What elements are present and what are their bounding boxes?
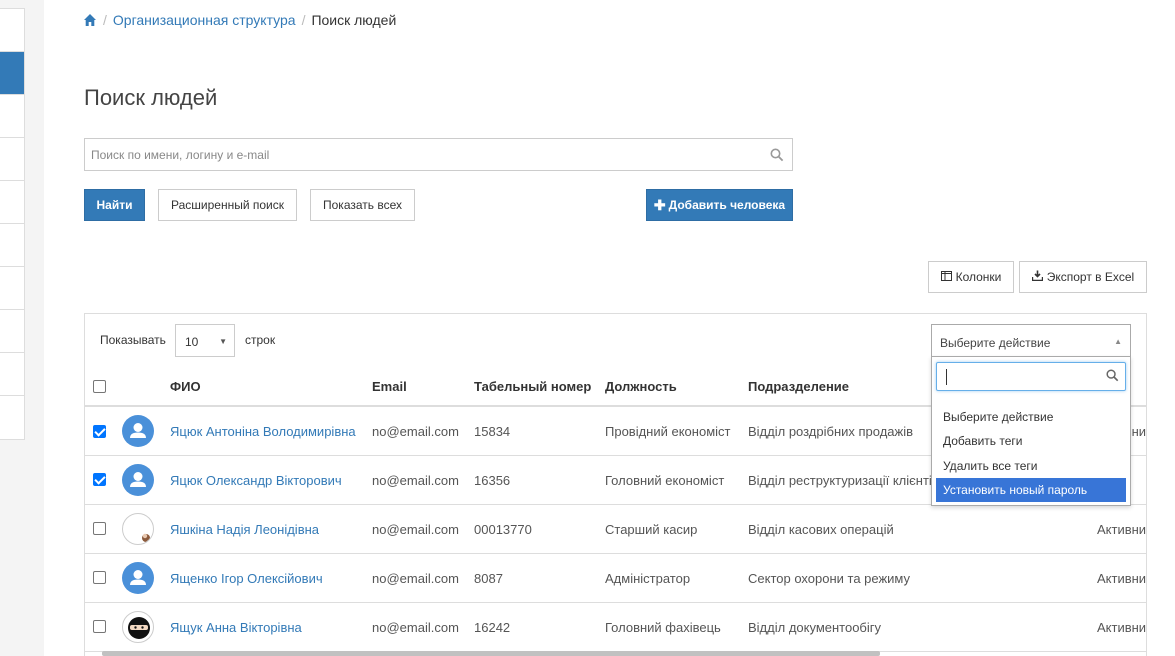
page-length-select[interactable]: 10 ▼ xyxy=(175,324,235,357)
columns-label: Колонки xyxy=(955,270,1002,284)
person-name-link[interactable]: Яшкіна Надія Леонідівна xyxy=(170,522,319,537)
dropdown-option[interactable]: Выберите действие xyxy=(936,405,1126,429)
show-all-button[interactable]: Показать всех xyxy=(310,189,415,221)
sidebar-item-active[interactable] xyxy=(0,52,24,95)
sidebar-nav xyxy=(0,8,25,440)
sidebar-item[interactable] xyxy=(0,95,24,138)
person-status: Активни xyxy=(1097,571,1147,586)
row-checkbox[interactable] xyxy=(93,473,106,486)
avatar xyxy=(122,464,154,496)
avatar-ninja xyxy=(122,611,154,643)
breadcrumb-link-org-structure[interactable]: Организационная структура xyxy=(113,12,296,28)
person-email: no@email.com xyxy=(372,620,459,635)
sidebar-item[interactable] xyxy=(0,396,24,439)
columns-icon xyxy=(940,270,952,284)
person-name-link[interactable]: Ященко Ігор Олексійович xyxy=(170,571,323,586)
person-email: no@email.com xyxy=(372,522,459,537)
page-length-value: 10 xyxy=(185,335,199,349)
plus-icon: ✚ xyxy=(653,196,666,213)
person-name-link[interactable]: Яцюк Олександр Вікторович xyxy=(170,473,342,488)
user-icon xyxy=(130,570,146,585)
person-tab-number: 16356 xyxy=(474,473,511,488)
row-checkbox[interactable] xyxy=(93,425,106,438)
person-position: Головний економіст xyxy=(605,473,725,488)
sidebar-item[interactable] xyxy=(0,9,24,52)
export-label: Экспорт в Excel xyxy=(1046,270,1135,284)
person-position: Старший касир xyxy=(605,522,698,537)
user-icon xyxy=(130,423,146,438)
text-cursor xyxy=(946,369,947,385)
sidebar-item[interactable] xyxy=(0,267,24,310)
person-department: Відділ касових операцій xyxy=(748,522,894,537)
person-name-link[interactable]: Ящук Анна Вікторівна xyxy=(170,620,302,635)
person-position: Головний фахівець xyxy=(605,620,721,635)
person-department: Сектор охорони та режиму xyxy=(748,571,911,586)
person-status: Активни xyxy=(1097,620,1147,635)
add-person-label: Добавить человека xyxy=(668,198,786,212)
home-icon[interactable] xyxy=(83,13,97,27)
columns-button[interactable]: Колонки xyxy=(928,261,1014,293)
person-tab-number: 8087 xyxy=(474,571,503,586)
left-sidebar xyxy=(0,0,44,656)
sidebar-item[interactable] xyxy=(0,224,24,267)
person-position: Адміністратор xyxy=(605,571,691,586)
person-email: no@email.com xyxy=(372,571,459,586)
avatar xyxy=(122,415,154,447)
select-all-checkbox[interactable] xyxy=(93,380,106,393)
person-department: Відділ реструктуризації клієнтів xyxy=(748,473,939,488)
column-header-department[interactable]: Подразделение xyxy=(748,379,849,394)
dropdown-option[interactable]: Удалить все теги xyxy=(936,454,1126,478)
length-show-label: Показывать xyxy=(100,333,166,347)
breadcrumb-separator: / xyxy=(301,12,306,28)
avatar xyxy=(122,562,154,594)
sidebar-item[interactable] xyxy=(0,138,24,181)
user-icon xyxy=(130,472,146,487)
dropdown-option-highlighted[interactable]: Установить новый пароль xyxy=(936,478,1126,502)
row-checkbox[interactable] xyxy=(93,522,106,535)
sidebar-item[interactable] xyxy=(0,353,24,396)
chevron-down-icon: ▼ xyxy=(219,337,227,346)
row-checkbox[interactable] xyxy=(93,571,106,584)
dropdown-option[interactable]: Добавить теги xyxy=(936,429,1126,453)
row-checkbox[interactable] xyxy=(93,620,106,633)
search-icon[interactable] xyxy=(770,148,784,165)
bulk-action-select[interactable]: Выберите действие ▲ xyxy=(931,324,1131,357)
person-department: Відділ документообігу xyxy=(748,620,882,635)
advanced-search-button[interactable]: Расширенный поиск xyxy=(158,189,297,221)
person-status: Активни xyxy=(1097,522,1147,537)
bulk-action-dropdown: Выберите действие Добавить теги Удалить … xyxy=(931,356,1131,506)
breadcrumb: / Организационная структура / Поиск люде… xyxy=(83,12,396,28)
person-email: no@email.com xyxy=(372,424,459,439)
chevron-up-icon: ▲ xyxy=(1114,337,1122,346)
export-excel-button[interactable]: Экспорт в Excel xyxy=(1019,261,1147,293)
search-icon xyxy=(1106,369,1119,385)
sidebar-item[interactable] xyxy=(0,310,24,353)
bulk-action-value: Выберите действие xyxy=(940,336,1051,350)
dropdown-search-input[interactable] xyxy=(936,362,1126,391)
page-title: Поиск людей xyxy=(84,85,218,110)
horizontal-scrollbar[interactable] xyxy=(102,651,880,656)
column-header-name[interactable]: ФИО xyxy=(170,379,201,394)
person-tab-number: 16242 xyxy=(474,620,511,635)
person-name-link[interactable]: Яцюк Антоніна Володимирівна xyxy=(170,424,356,439)
breadcrumb-current: Поиск людей xyxy=(311,12,397,28)
person-tab-number: 00013770 xyxy=(474,522,532,537)
person-email: no@email.com xyxy=(372,473,459,488)
add-person-button[interactable]: ✚ Добавить человека xyxy=(646,189,793,221)
find-button[interactable]: Найти xyxy=(84,189,145,221)
avatar-photo xyxy=(122,513,154,545)
person-department: Відділ роздрібних продажів xyxy=(748,424,914,439)
length-rows-label: строк xyxy=(245,333,276,347)
search-input[interactable] xyxy=(85,139,755,170)
column-header-position[interactable]: Должность xyxy=(605,379,677,394)
column-header-email[interactable]: Email xyxy=(372,379,407,394)
breadcrumb-separator: / xyxy=(103,12,107,28)
download-icon xyxy=(1031,270,1043,284)
search-box xyxy=(84,138,793,171)
person-position: Провідний економіст xyxy=(605,424,731,439)
person-tab-number: 15834 xyxy=(474,424,511,439)
sidebar-item[interactable] xyxy=(0,181,24,224)
column-header-tab-number[interactable]: Табельный номер xyxy=(474,379,591,394)
